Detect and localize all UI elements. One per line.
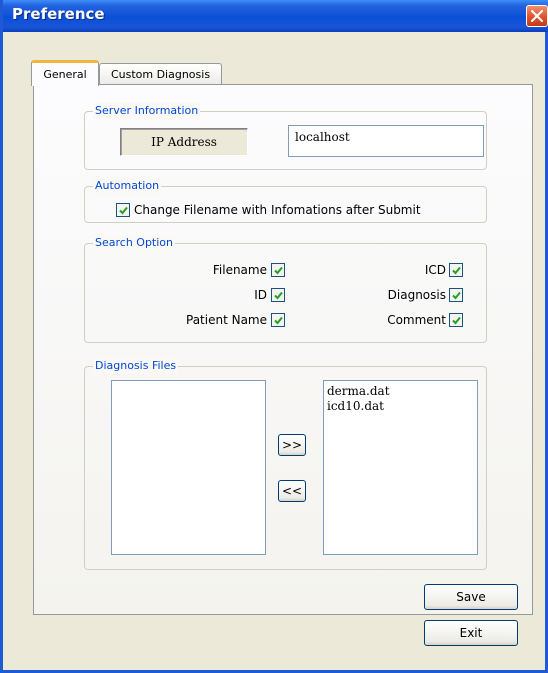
change-filename-label: Change Filename with Infomations after S… bbox=[134, 203, 421, 217]
check-icon bbox=[119, 206, 128, 215]
exit-button[interactable]: Exit bbox=[424, 620, 518, 646]
check-icon bbox=[452, 266, 461, 275]
group-title: Server Information bbox=[93, 103, 201, 119]
tab-label: Custom Diagnosis bbox=[110, 68, 211, 81]
tab-general[interactable]: General bbox=[31, 60, 99, 86]
group-title: Diagnosis Files bbox=[93, 358, 179, 374]
group-title: Search Option bbox=[93, 235, 175, 251]
search-icd-label: ICD bbox=[424, 263, 446, 277]
search-id-label: ID bbox=[254, 288, 267, 302]
remove-file-button[interactable]: << bbox=[278, 480, 306, 502]
search-comment-label: Comment bbox=[387, 313, 446, 327]
save-button[interactable]: Save bbox=[424, 584, 518, 610]
preference-window: Preference Custom Diagnosis General Serv… bbox=[0, 0, 548, 673]
search-filename-label: Filename bbox=[212, 263, 267, 277]
diagnosis-files-group: Diagnosis Files >> << derma.dat icd10.da… bbox=[84, 358, 487, 570]
search-patient-name-checkbox[interactable] bbox=[271, 313, 285, 327]
ip-address-input[interactable]: localhost bbox=[288, 125, 484, 157]
close-button[interactable] bbox=[526, 5, 548, 27]
check-icon bbox=[452, 291, 461, 300]
tab-custom-diagnosis[interactable]: Custom Diagnosis bbox=[99, 63, 222, 85]
search-filename-checkbox[interactable] bbox=[271, 263, 285, 277]
search-icd-checkbox[interactable] bbox=[449, 263, 463, 277]
add-file-button[interactable]: >> bbox=[278, 434, 306, 456]
check-icon bbox=[452, 316, 461, 325]
list-item[interactable]: derma.dat bbox=[327, 384, 474, 399]
ip-address-label: IP Address bbox=[120, 128, 248, 156]
search-id-checkbox[interactable] bbox=[271, 288, 285, 302]
search-diagnosis-label: Diagnosis bbox=[387, 288, 446, 302]
search-patient-name-label: Patient Name bbox=[186, 313, 267, 327]
check-icon bbox=[274, 316, 283, 325]
change-filename-checkbox[interactable] bbox=[116, 203, 130, 217]
close-icon bbox=[531, 10, 543, 22]
search-comment-checkbox[interactable] bbox=[449, 313, 463, 327]
search-option-group: Search Option Filename ID Patient Name I… bbox=[84, 235, 487, 343]
available-files-list[interactable] bbox=[111, 380, 266, 555]
automation-group: Automation Change Filename with Infomati… bbox=[84, 178, 487, 223]
server-information-group: Server Information IP Address localhost bbox=[84, 103, 487, 170]
check-icon bbox=[274, 291, 283, 300]
search-diagnosis-checkbox[interactable] bbox=[449, 288, 463, 302]
list-item[interactable]: icd10.dat bbox=[327, 399, 474, 414]
tab-label: General bbox=[43, 68, 87, 81]
selected-files-list[interactable]: derma.dat icd10.dat bbox=[323, 380, 478, 555]
window-title: Preference bbox=[12, 5, 105, 23]
title-bar[interactable]: Preference bbox=[3, 0, 548, 32]
general-tab-panel: Server Information IP Address localhost … bbox=[33, 84, 533, 615]
check-icon bbox=[274, 266, 283, 275]
group-title: Automation bbox=[93, 178, 162, 194]
